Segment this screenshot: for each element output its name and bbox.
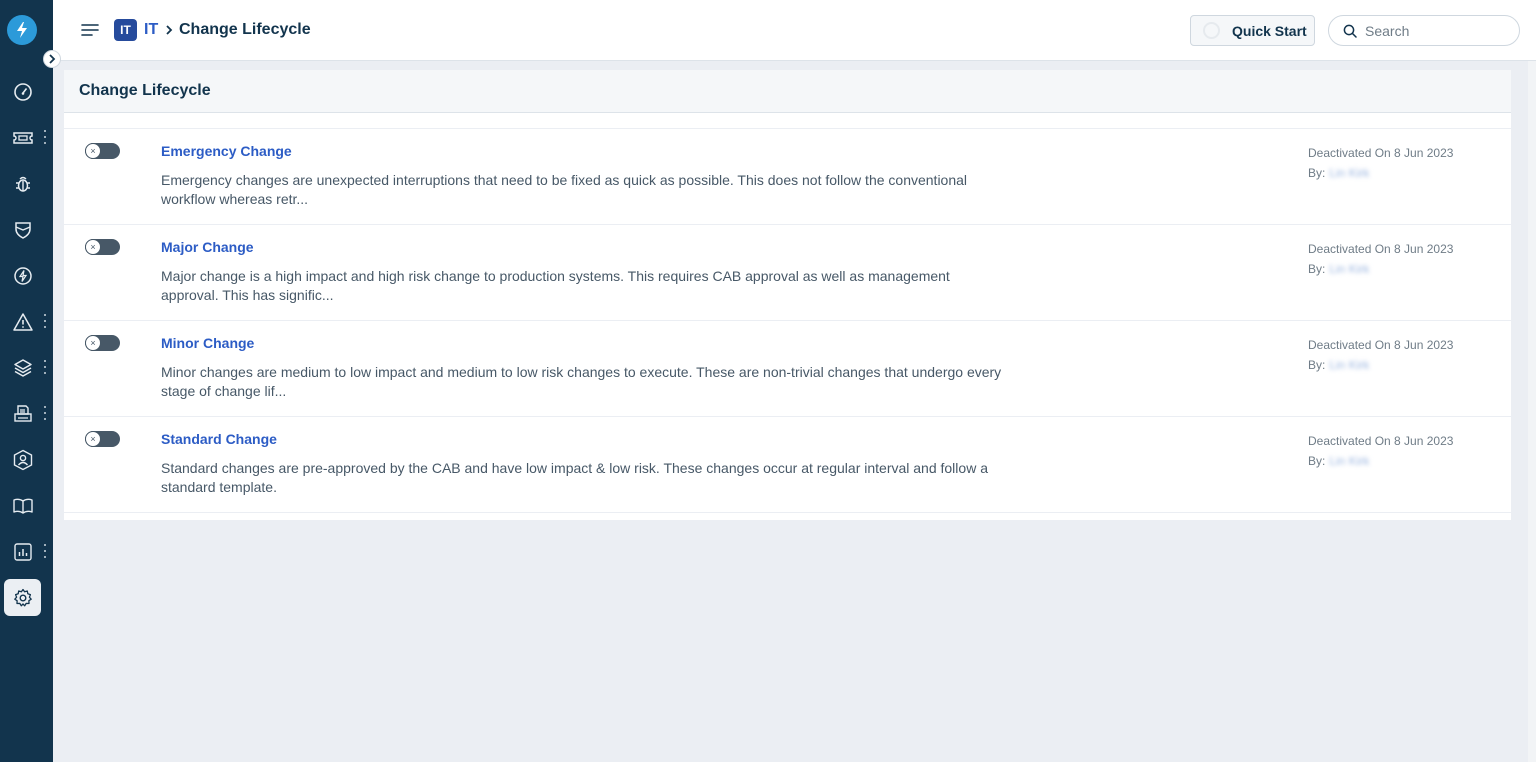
by-user: Lin Kirk bbox=[1329, 262, 1370, 276]
sidebar-item-incidents[interactable] bbox=[4, 303, 41, 340]
change-type-link[interactable]: Minor Change bbox=[161, 335, 254, 351]
quick-start-button[interactable]: Quick Start bbox=[1190, 15, 1315, 46]
chevron-right-icon bbox=[49, 54, 56, 64]
deactivated-by: By: Lin Kirk bbox=[1308, 355, 1453, 375]
menu-icon[interactable] bbox=[81, 21, 99, 39]
sidebar-item-analytics-more[interactable] bbox=[42, 544, 48, 558]
sidebar-item-contacts[interactable] bbox=[4, 441, 41, 478]
change-lifecycle-panel: Change Lifecycle × Emergency Change Emer… bbox=[64, 70, 1511, 520]
change-type-status: Deactivated On 8 Jun 2023 By: Lin Kirk bbox=[1308, 143, 1453, 183]
deactivated-by: By: Lin Kirk bbox=[1308, 163, 1453, 183]
sidebar-item-problems[interactable] bbox=[4, 165, 41, 202]
deactivated-date: Deactivated On 8 Jun 2023 bbox=[1308, 146, 1454, 160]
by-user: Lin Kirk bbox=[1329, 454, 1370, 468]
sidebar-expand-button[interactable] bbox=[43, 50, 61, 68]
change-type-list: × Emergency Change Emergency changes are… bbox=[64, 128, 1511, 513]
sidebar-item-assets[interactable] bbox=[4, 349, 41, 386]
page-scrollbar[interactable] bbox=[1528, 61, 1536, 762]
printer-icon bbox=[13, 404, 32, 422]
deactivated-date: Deactivated On 8 Jun 2023 bbox=[1308, 242, 1454, 256]
sidebar-item-dashboard[interactable] bbox=[4, 73, 41, 110]
sidebar-item-releases[interactable] bbox=[4, 211, 41, 248]
toggle-off-icon: × bbox=[85, 143, 101, 159]
app-logo[interactable] bbox=[7, 15, 37, 45]
change-type-status: Deactivated On 8 Jun 2023 By: Lin Kirk bbox=[1308, 431, 1453, 471]
sidebar-item-incidents-more[interactable] bbox=[42, 314, 48, 328]
by-label: By: bbox=[1308, 454, 1326, 468]
warning-icon bbox=[12, 312, 33, 331]
by-label: By: bbox=[1308, 262, 1326, 276]
layers-icon bbox=[13, 358, 32, 377]
activation-toggle[interactable]: × bbox=[85, 143, 120, 159]
search-box[interactable] bbox=[1328, 15, 1520, 46]
change-type-description: Major change is a high impact and high r… bbox=[161, 268, 950, 303]
panel-title: Change Lifecycle bbox=[79, 82, 211, 99]
deactivated-date: Deactivated On 8 Jun 2023 bbox=[1308, 338, 1454, 352]
ticket-icon bbox=[12, 131, 33, 144]
chevron-right-icon bbox=[166, 25, 173, 35]
book-icon bbox=[12, 498, 33, 514]
sidebar-item-tickets[interactable] bbox=[4, 119, 41, 156]
sidebar bbox=[0, 0, 61, 762]
change-type-description: Emergency changes are unexpected interru… bbox=[161, 172, 968, 207]
change-type-link[interactable]: Standard Change bbox=[161, 431, 277, 447]
search-icon bbox=[1343, 24, 1357, 38]
user-badge-icon bbox=[13, 449, 32, 470]
workspace-badge: IT bbox=[114, 19, 137, 41]
dashboard-icon bbox=[13, 82, 32, 101]
report-icon bbox=[13, 542, 32, 561]
list-item: × Minor Change Minor changes are medium … bbox=[64, 321, 1511, 417]
activation-toggle[interactable]: × bbox=[85, 431, 120, 447]
activation-toggle[interactable]: × bbox=[85, 335, 120, 351]
sidebar-item-tickets-more[interactable] bbox=[42, 130, 48, 144]
deactivated-date: Deactivated On 8 Jun 2023 bbox=[1308, 434, 1454, 448]
change-type-description: Standard changes are pre-approved by the… bbox=[161, 460, 988, 495]
deactivated-by: By: Lin Kirk bbox=[1308, 451, 1453, 471]
search-input[interactable] bbox=[1365, 22, 1505, 39]
change-type-status: Deactivated On 8 Jun 2023 By: Lin Kirk bbox=[1308, 335, 1453, 375]
by-label: By: bbox=[1308, 358, 1326, 372]
bolt-logo-icon bbox=[17, 22, 27, 38]
by-label: By: bbox=[1308, 166, 1326, 180]
deactivated-by: By: Lin Kirk bbox=[1308, 259, 1453, 279]
activation-toggle[interactable]: × bbox=[85, 239, 120, 255]
lightning-icon bbox=[13, 266, 32, 285]
by-user: Lin Kirk bbox=[1329, 358, 1370, 372]
shield-icon bbox=[14, 221, 31, 239]
toggle-off-icon: × bbox=[85, 335, 101, 351]
breadcrumb-workspace[interactable]: IT bbox=[144, 21, 158, 39]
list-item: × Emergency Change Emergency changes are… bbox=[64, 129, 1511, 225]
sidebar-item-analytics[interactable] bbox=[4, 533, 41, 570]
progress-ring-icon bbox=[1203, 22, 1220, 39]
sidebar-item-service-catalog-more[interactable] bbox=[42, 406, 48, 420]
list-item: × Standard Change Standard changes are p… bbox=[64, 417, 1511, 513]
sidebar-item-admin[interactable] bbox=[4, 579, 41, 616]
change-type-description: Minor changes are medium to low impact a… bbox=[161, 364, 1002, 399]
sidebar-item-assets-more[interactable] bbox=[42, 360, 48, 374]
change-type-status: Deactivated On 8 Jun 2023 By: Lin Kirk bbox=[1308, 239, 1453, 279]
bug-icon bbox=[15, 176, 30, 192]
sidebar-item-solutions[interactable] bbox=[4, 487, 41, 524]
change-type-link[interactable]: Major Change bbox=[161, 239, 254, 255]
sidebar-item-service-catalog[interactable] bbox=[4, 395, 41, 432]
quick-start-label: Quick Start bbox=[1232, 22, 1307, 39]
page-title: Change Lifecycle bbox=[179, 21, 311, 38]
change-type-link[interactable]: Emergency Change bbox=[161, 143, 292, 159]
list-item: × Major Change Major change is a high im… bbox=[64, 225, 1511, 321]
toggle-off-icon: × bbox=[85, 239, 101, 255]
by-user: Lin Kirk bbox=[1329, 166, 1370, 180]
panel-header: Change Lifecycle bbox=[64, 70, 1511, 113]
top-header: IT IT Change Lifecycle Quick Start bbox=[53, 0, 1536, 61]
toggle-off-icon: × bbox=[85, 431, 101, 447]
gear-icon bbox=[13, 588, 32, 606]
sidebar-item-changes[interactable] bbox=[4, 257, 41, 294]
